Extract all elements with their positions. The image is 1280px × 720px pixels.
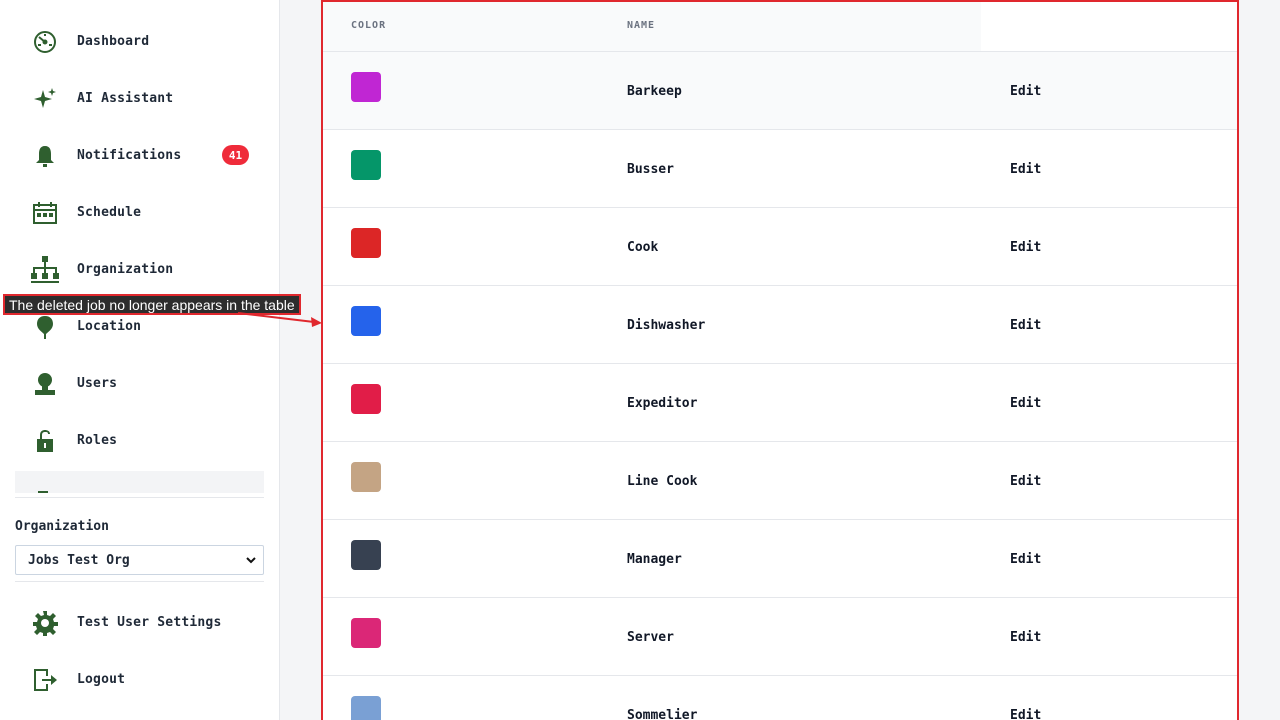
gear-icon xyxy=(30,608,60,638)
sidebar-item-dashboard[interactable]: Dashboard xyxy=(15,13,264,70)
unlock-icon xyxy=(30,426,60,456)
map-pin-icon xyxy=(30,312,60,342)
sidebar-item-label: Roles xyxy=(77,433,118,448)
edit-button[interactable]: Edit xyxy=(1010,474,1041,489)
job-name: Server xyxy=(627,630,674,645)
sidebar-item-user-settings[interactable]: Test User Settings xyxy=(15,594,264,651)
sparkle-icon xyxy=(30,84,60,114)
calendar-icon xyxy=(30,198,60,228)
edit-button[interactable]: Edit xyxy=(1010,396,1041,411)
column-header-name: NAME xyxy=(627,20,656,31)
color-swatch xyxy=(351,618,381,648)
edit-button[interactable]: Edit xyxy=(1010,708,1041,720)
sidebar-item-logout[interactable]: Logout xyxy=(15,651,264,708)
table-row: Dishwasher Edit xyxy=(323,286,1237,364)
user-icon xyxy=(30,369,60,399)
table-row: Manager Edit xyxy=(323,520,1237,598)
sidebar-item-label: Schedule xyxy=(77,205,142,220)
job-name: Cook xyxy=(627,240,659,255)
logout-icon xyxy=(30,665,60,695)
org-chart-icon xyxy=(30,255,60,285)
table-row: Expeditor Edit xyxy=(323,364,1237,442)
sidebar-item-label: Location xyxy=(77,319,142,334)
sidebar-divider xyxy=(15,581,264,582)
color-swatch xyxy=(351,72,381,102)
sidebar-item-label: Logout xyxy=(77,672,126,687)
table-header: COLOR NAME xyxy=(323,2,981,52)
sidebar-item-ai-assistant[interactable]: AI Assistant xyxy=(15,70,264,127)
organization-select-value: Jobs Test Org xyxy=(28,552,130,568)
color-swatch xyxy=(351,696,381,720)
color-swatch xyxy=(351,462,381,492)
sidebar-item-label: Test User Settings xyxy=(77,615,222,630)
organization-label: Organization xyxy=(15,519,109,534)
sidebar-item-jobs[interactable] xyxy=(15,471,264,493)
job-name: Line Cook xyxy=(627,474,698,489)
bell-icon xyxy=(30,141,60,171)
sidebar-item-roles[interactable]: Roles xyxy=(15,412,264,469)
job-name: Expeditor xyxy=(627,396,698,411)
color-swatch xyxy=(351,228,381,258)
annotation-callout: The deleted job no longer appears in the… xyxy=(3,294,301,315)
table-row: Line Cook Edit xyxy=(323,442,1237,520)
column-header-color: COLOR xyxy=(351,20,387,31)
job-name: Barkeep xyxy=(627,84,682,99)
table-row: Cook Edit xyxy=(323,208,1237,286)
job-name: Busser xyxy=(627,162,674,177)
edit-button[interactable]: Edit xyxy=(1010,162,1041,177)
sidebar-divider xyxy=(15,497,264,498)
jobs-table: COLOR NAME Barkeep Edit Busser Edit Cook… xyxy=(321,0,1239,720)
sidebar-item-label: Notifications xyxy=(77,148,182,163)
job-name: Dishwasher xyxy=(627,318,706,333)
table-row: Server Edit xyxy=(323,598,1237,676)
sidebar-item-label: Dashboard xyxy=(77,34,150,49)
table-row: Busser Edit xyxy=(323,130,1237,208)
edit-button[interactable]: Edit xyxy=(1010,552,1041,567)
notification-count-badge: 41 xyxy=(222,145,249,165)
organization-select[interactable]: Jobs Test Org xyxy=(15,545,264,575)
sidebar-item-schedule[interactable]: Schedule xyxy=(15,184,264,241)
briefcase-icon xyxy=(30,486,56,493)
edit-button[interactable]: Edit xyxy=(1010,318,1041,333)
dashboard-icon xyxy=(30,27,60,57)
table-row: Sommelier Edit xyxy=(323,676,1237,720)
sidebar-nav: Dashboard AI Assistant Notifications 41 … xyxy=(15,13,264,469)
edit-button[interactable]: Edit xyxy=(1010,240,1041,255)
sidebar-item-users[interactable]: Users xyxy=(15,355,264,412)
sidebar-item-label: AI Assistant xyxy=(77,91,174,106)
job-name: Sommelier xyxy=(627,708,698,720)
color-swatch xyxy=(351,540,381,570)
sidebar-item-label: Organization xyxy=(77,262,174,277)
chevron-down-icon xyxy=(245,554,257,570)
job-name: Manager xyxy=(627,552,682,567)
table-row: Barkeep Edit xyxy=(323,52,1237,130)
color-swatch xyxy=(351,384,381,414)
sidebar-item-notifications[interactable]: Notifications 41 xyxy=(15,127,264,184)
sidebar: Dashboard AI Assistant Notifications 41 … xyxy=(0,0,280,720)
sidebar-bottom-nav: Test User Settings Logout xyxy=(15,594,264,708)
edit-button[interactable]: Edit xyxy=(1010,84,1041,99)
color-swatch xyxy=(351,150,381,180)
edit-button[interactable]: Edit xyxy=(1010,630,1041,645)
sidebar-item-label: Users xyxy=(77,376,118,391)
sidebar-item-organization[interactable]: Organization xyxy=(15,241,264,298)
color-swatch xyxy=(351,306,381,336)
